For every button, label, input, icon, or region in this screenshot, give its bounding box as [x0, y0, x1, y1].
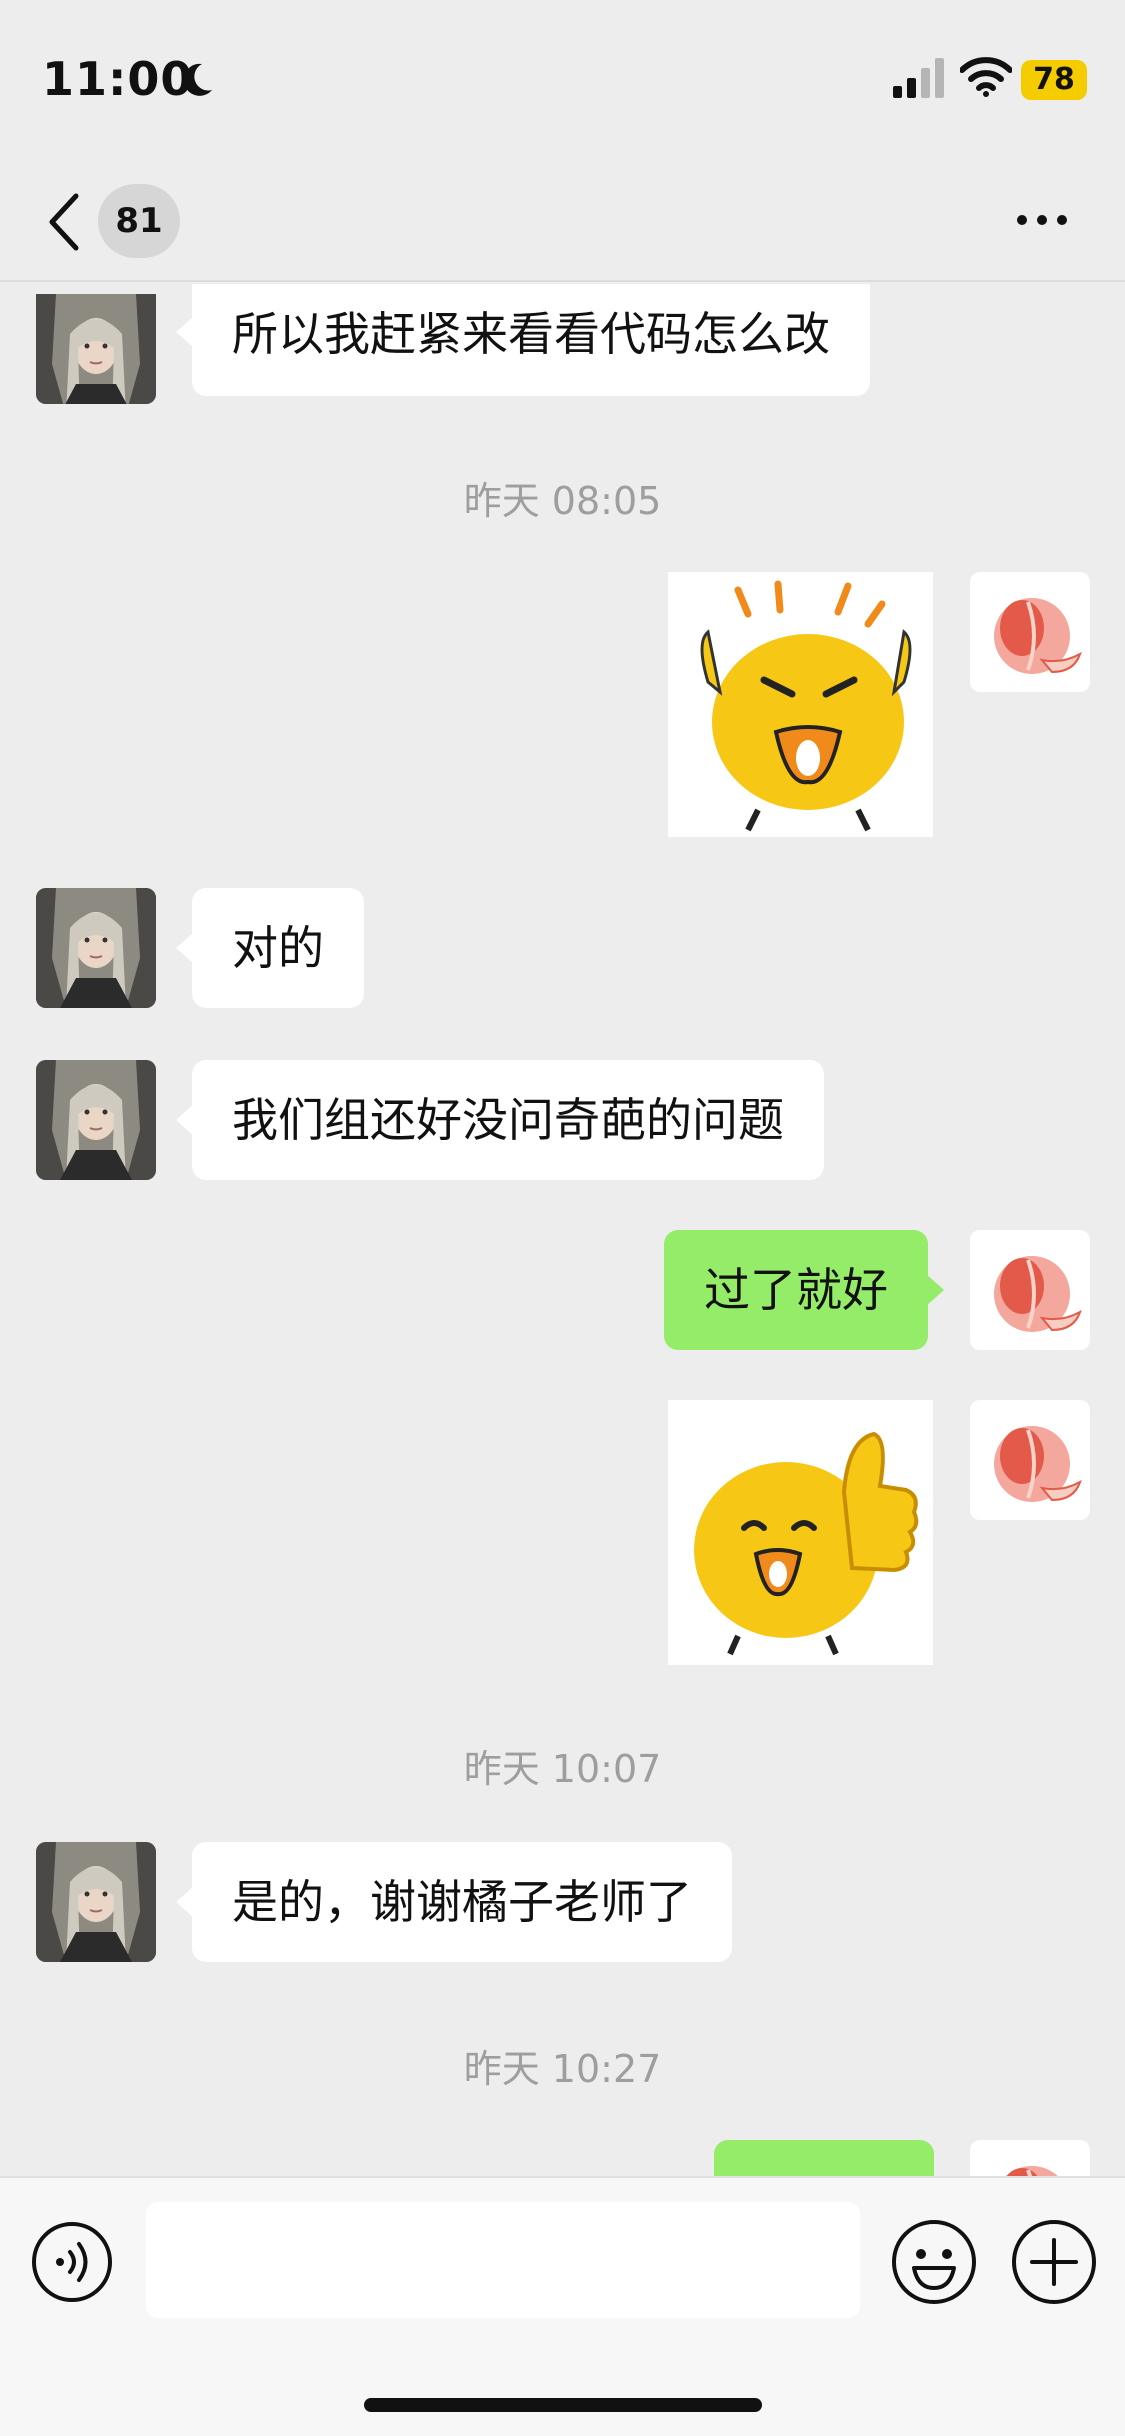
timestamp: 昨天 10:07	[463, 1747, 662, 1791]
self-avatar[interactable]	[970, 1230, 1090, 1350]
signal-icon	[893, 58, 944, 98]
self-avatar[interactable]	[970, 2140, 1090, 2176]
more-icon[interactable]	[1012, 200, 1072, 240]
voice-icon[interactable]	[30, 2220, 114, 2304]
outgoing-message[interactable]	[714, 2140, 934, 2176]
unread-count-badge[interactable]: 81	[98, 184, 180, 258]
moon-icon	[183, 63, 212, 96]
nav-bar: 81	[0, 160, 1125, 282]
self-avatar[interactable]	[970, 1400, 1090, 1520]
timestamp: 昨天 10:27	[463, 2047, 662, 2091]
excited-yellow-blob-sticker[interactable]	[668, 572, 933, 837]
thumbs-up-yellow-blob-sticker[interactable]	[668, 1400, 933, 1665]
timestamp: 昨天 08:05	[463, 479, 662, 523]
contact-avatar[interactable]	[36, 284, 156, 404]
self-avatar[interactable]	[970, 572, 1090, 692]
home-indicator[interactable]	[364, 2398, 762, 2412]
emoji-icon[interactable]	[890, 2218, 978, 2306]
back-arrow-icon[interactable]	[42, 190, 92, 254]
contact-avatar[interactable]	[36, 1842, 156, 1962]
message-input[interactable]	[146, 2202, 860, 2318]
chat-history[interactable]: 所以我赶紧来看看代码怎么改 昨天 08:05 对的 我们组还好没问奇葩的问题 过…	[0, 284, 1125, 2176]
status-bar: 11:00 78	[0, 0, 1125, 160]
incoming-message[interactable]: 我们组还好没问奇葩的问题	[176, 1060, 824, 1180]
wifi-icon	[960, 57, 1012, 97]
plus-icon[interactable]	[1010, 2218, 1098, 2306]
contact-avatar[interactable]	[36, 888, 156, 1008]
incoming-message[interactable]: 对的	[176, 888, 364, 1008]
outgoing-message[interactable]: 过了就好	[664, 1230, 944, 1350]
contact-avatar[interactable]	[36, 1060, 156, 1180]
input-bar	[0, 2176, 1125, 2436]
incoming-message[interactable]: 所以我赶紧来看看代码怎么改	[176, 284, 870, 396]
status-time: 11:00	[42, 52, 194, 106]
incoming-message[interactable]: 是的，谢谢橘子老师了	[176, 1842, 732, 1962]
battery-icon: 78	[1021, 60, 1087, 100]
